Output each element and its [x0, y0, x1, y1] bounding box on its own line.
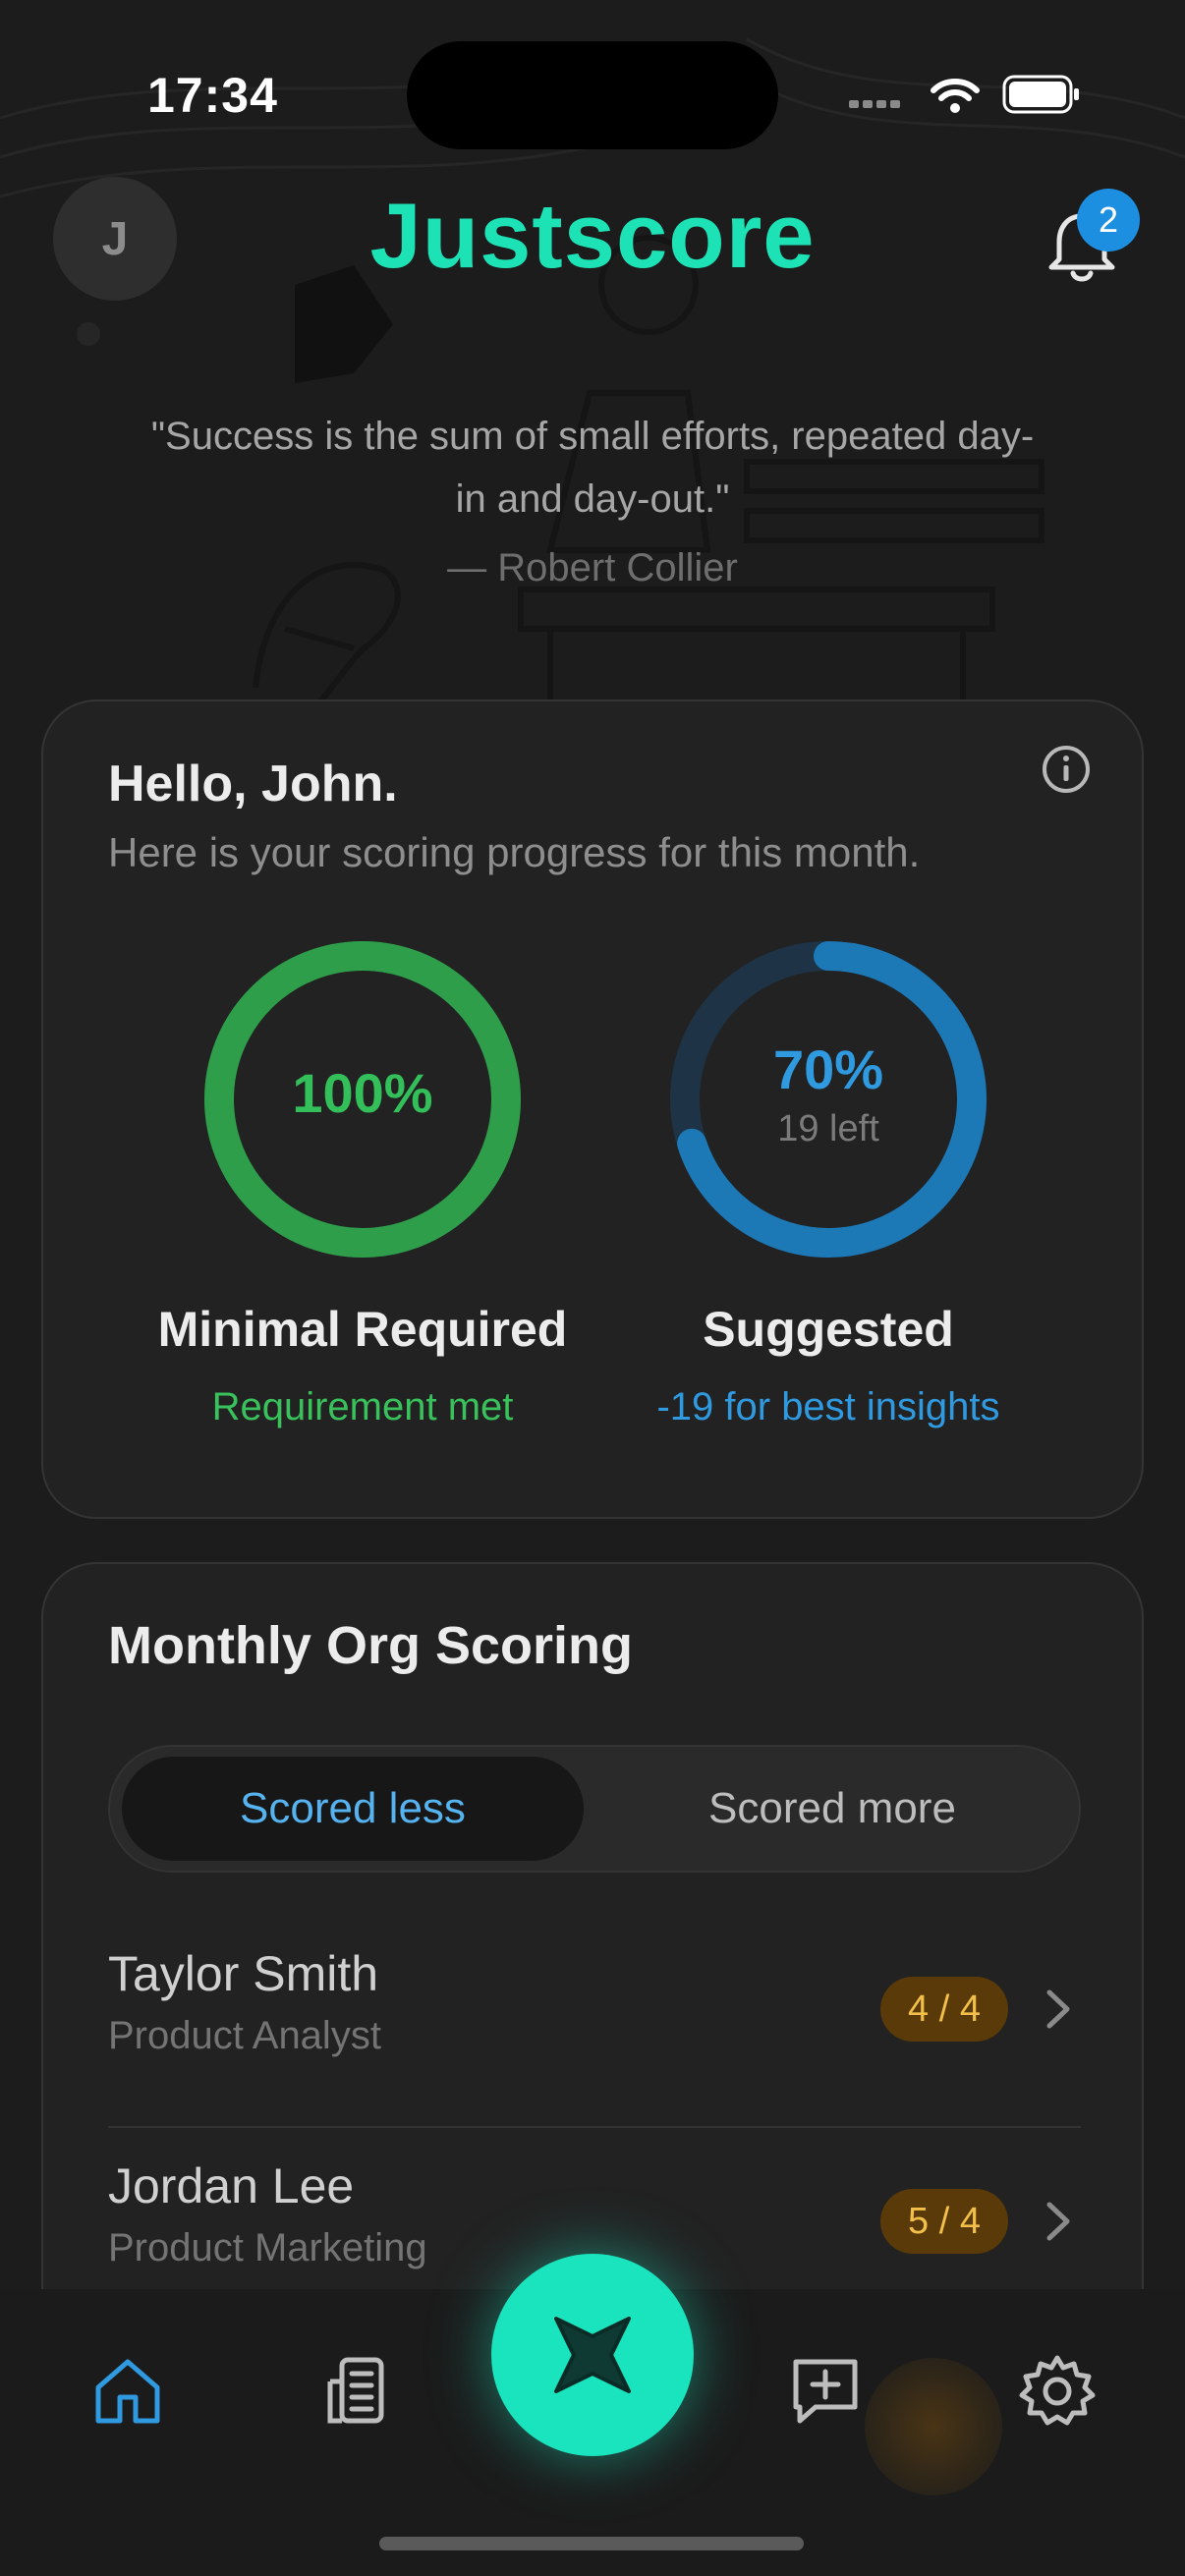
status-icons	[849, 75, 1079, 114]
chevron-right-icon	[1046, 1989, 1070, 2029]
person-role: Product Analyst	[108, 2014, 381, 2057]
suggested-percent: 70%	[772, 1038, 884, 1100]
suggested-note: -19 for best insights	[656, 1385, 1000, 1428]
suggested-title: Suggested	[703, 1302, 954, 1357]
minimal-title: Minimal Required	[157, 1302, 568, 1357]
chevron-right-icon	[1046, 2202, 1070, 2241]
status-time: 17:34	[147, 68, 278, 123]
minimal-percent: 100%	[292, 1062, 433, 1124]
wifi-icon	[931, 79, 980, 101]
gear-icon[interactable]	[1018, 2352, 1097, 2431]
dynamic-island	[407, 41, 778, 149]
tab-scored-more[interactable]: Scored more	[601, 1757, 1063, 1861]
person-role: Product Marketing	[108, 2226, 427, 2269]
document-icon[interactable]	[320, 2352, 399, 2431]
home-icon[interactable]	[88, 2352, 167, 2431]
tab-scored-less[interactable]: Scored less	[122, 1757, 584, 1861]
quote-text: "Success is the sum of small efforts, re…	[150, 415, 1035, 521]
minimal-note: Requirement met	[211, 1385, 514, 1428]
app-logo: Justscore	[369, 184, 816, 287]
sparkle-icon	[554, 2317, 631, 2393]
score-badge: 5 / 4	[880, 2189, 1008, 2254]
status-bar: 17:34	[0, 0, 1185, 196]
home-indicator	[379, 2537, 804, 2550]
suggested-remaining: 19 left	[777, 1108, 879, 1149]
greeting: Hello, John.	[108, 756, 398, 812]
minimal-required-ring: 100%	[200, 937, 525, 1261]
suggested-ring: 70% 19 left	[666, 937, 990, 1261]
list-item[interactable]: Taylor Smith Product Analyst 4 / 4	[108, 1918, 1081, 2128]
notification-badge: 2	[1077, 189, 1140, 252]
score-fab-button[interactable]	[491, 2254, 694, 2456]
progress-subtitle: Here is your scoring progress for this m…	[108, 829, 921, 875]
battery-icon	[1002, 75, 1079, 114]
score-badge: 4 / 4	[880, 1977, 1008, 2042]
message-plus-icon[interactable]	[786, 2352, 865, 2431]
progress-card: Hello, John. Here is your scoring progre…	[41, 700, 1144, 1519]
info-icon[interactable]	[1040, 743, 1093, 796]
quote-author: — Robert Collier	[447, 546, 738, 589]
scoring-segmented-control: Scored less Scored more	[108, 1745, 1081, 1873]
person-name: Taylor Smith	[108, 1946, 379, 2001]
signal-icon	[849, 100, 900, 108]
person-name: Jordan Lee	[108, 2158, 355, 2213]
tab-glow	[865, 2358, 1002, 2495]
org-scoring-title: Monthly Org Scoring	[108, 1616, 633, 1675]
